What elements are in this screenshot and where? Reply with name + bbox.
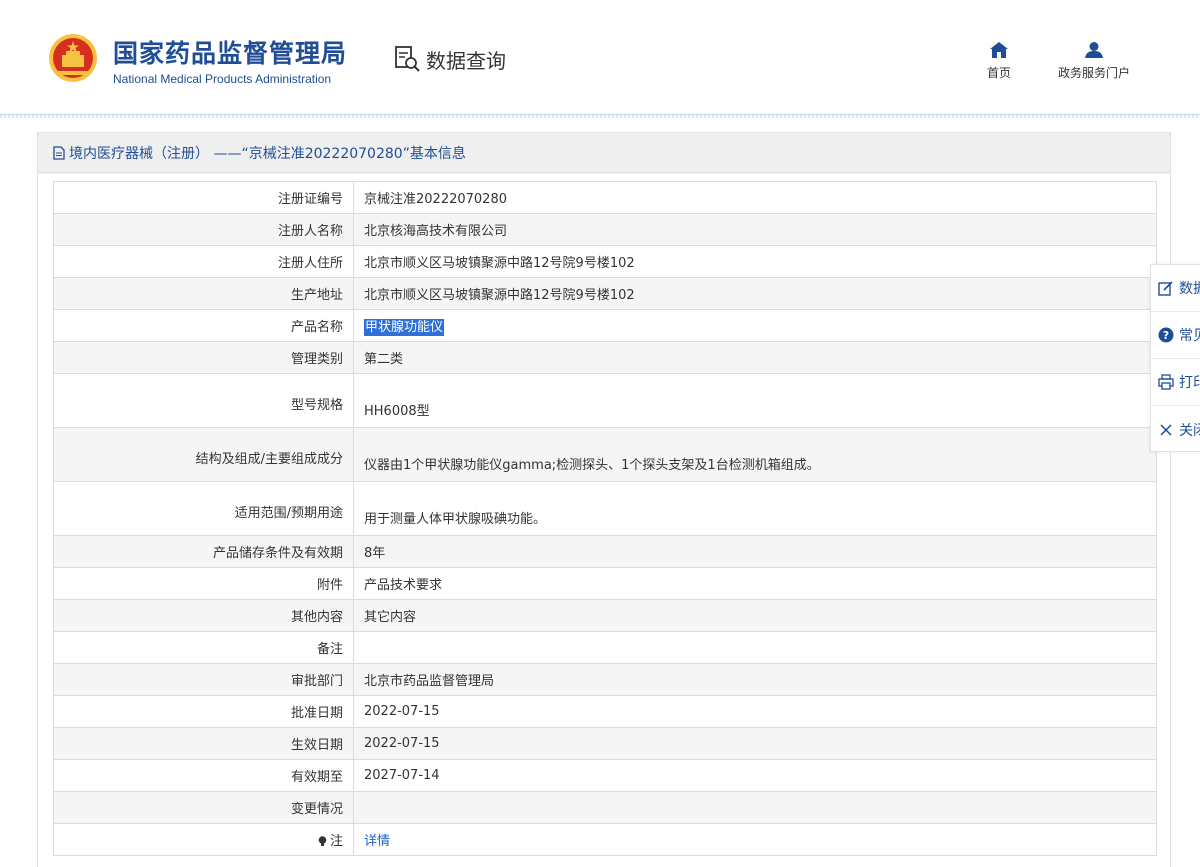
row-value: 详情 [353, 823, 1157, 856]
device-info-table: 注册证编号 京械注准20222070280 注册人名称 北京核海高技术有限公司 … [53, 181, 1157, 856]
row-value: 8年 [353, 535, 1157, 568]
row-value: 用于测量人体甲状腺吸碘功能。 [353, 481, 1157, 536]
table-row: 注册证编号 京械注准20222070280 [53, 181, 1157, 214]
row-label: 变更情况 [53, 791, 354, 824]
org-name-en: National Medical Products Administration [113, 72, 332, 86]
row-label: 适用范围/预期用途 [53, 481, 354, 536]
print-icon [1158, 374, 1174, 390]
row-label: 结构及组成/主要组成成分 [53, 427, 354, 482]
float-item-help[interactable]: ? 常见 [1151, 312, 1200, 359]
nav-home[interactable]: 首页 [981, 42, 1017, 81]
nav-portal-label: 政务服务门户 [1057, 66, 1130, 80]
table-row: 批准日期 2022-07-15 [53, 695, 1157, 728]
row-value: 第二类 [353, 341, 1157, 374]
row-value [353, 791, 1157, 824]
edit-icon [1158, 281, 1173, 296]
detail-panel: 境内医疗器械（注册） ——“京械注准20222070280”基本信息 注册证编号… [37, 132, 1171, 867]
row-label: 其他内容 [53, 599, 354, 632]
product-name-selected[interactable]: 甲状腺功能仪 [364, 319, 445, 336]
table-row: 审批部门 北京市药品监督管理局 [53, 663, 1157, 696]
table-row: 注册人名称 北京核海高技术有限公司 [53, 213, 1157, 246]
panel-body: 注册证编号 京械注准20222070280 注册人名称 北京核海高技术有限公司 … [38, 174, 1170, 867]
data-query-label: 数据查询 [426, 48, 506, 73]
row-value: 2027-07-14 [353, 759, 1157, 792]
panel-title: 境内医疗器械（注册） ——“京械注准20222070280”基本信息 [38, 133, 1170, 173]
row-label: 有效期至 [53, 759, 354, 792]
row-label: 附件 [53, 567, 354, 600]
table-row: 有效期至 2027-07-14 [53, 759, 1157, 792]
row-label: 审批部门 [53, 663, 354, 696]
row-label: 产品名称 [53, 309, 354, 342]
float-item-print[interactable]: 打印 [1151, 359, 1200, 406]
table-row: 管理类别 第二类 [53, 341, 1157, 374]
table-row: 产品储存条件及有效期 8年 [53, 535, 1157, 568]
table-row: 型号规格 HH6008型 [53, 373, 1157, 428]
row-value: 仪器由1个甲状腺功能仪gamma;检测探头、1个探头支架及1台检测机箱组成。 [353, 427, 1157, 482]
row-label: 备注 [53, 631, 354, 664]
row-value: 北京市顺义区马坡镇聚源中路12号院9号楼102 [353, 245, 1157, 278]
document-search-icon [395, 46, 420, 72]
row-value: 北京市顺义区马坡镇聚源中路12号院9号楼102 [353, 277, 1157, 310]
table-row: 结构及组成/主要组成成分 仪器由1个甲状腺功能仪gamma;检测探头、1个探头支… [53, 427, 1157, 482]
org-name-cn: 国家药品监督管理局 [113, 39, 348, 68]
table-row: 变更情况 [53, 791, 1157, 824]
nav-home-label: 首页 [986, 66, 1011, 80]
row-label: 批准日期 [53, 695, 354, 728]
nav-service-portal[interactable]: 政务服务门户 [1049, 42, 1139, 81]
table-row: 适用范围/预期用途 用于测量人体甲状腺吸碘功能。 [53, 481, 1157, 536]
site-header: 国家药品监督管理局 National Medical Products Admi… [0, 0, 1200, 115]
row-label: 生效日期 [53, 727, 354, 760]
note-label: 注 [329, 834, 343, 849]
table-row: 生效日期 2022-07-15 [53, 727, 1157, 760]
table-row: 注 详情 [53, 823, 1157, 856]
float-item-label: 打印 [1179, 375, 1200, 391]
national-emblem-icon [49, 34, 97, 82]
row-value: 2022-07-15 [353, 727, 1157, 760]
float-item-label: 常见 [1179, 328, 1200, 344]
row-label: 注册证编号 [53, 181, 354, 214]
table-row: 产品名称 甲状腺功能仪 [53, 309, 1157, 342]
row-value: 2022-07-15 [353, 695, 1157, 728]
row-label: 注册人住所 [53, 245, 354, 278]
row-label: 注册人名称 [53, 213, 354, 246]
user-icon [1085, 42, 1103, 58]
row-value: 其它内容 [353, 599, 1157, 632]
home-icon [990, 42, 1008, 58]
row-label: 生产地址 [53, 277, 354, 310]
row-value: 北京市药品监督管理局 [353, 663, 1157, 696]
float-item-label: 关闭 [1179, 422, 1200, 439]
table-row: 注册人住所 北京市顺义区马坡镇聚源中路12号院9号楼102 [53, 245, 1157, 278]
document-icon [53, 145, 65, 160]
row-value: HH6008型 [353, 373, 1157, 428]
data-query-section[interactable]: 数据查询 [394, 44, 506, 74]
floating-toolbar: 数据 ? 常见 打印 关闭 [1150, 264, 1200, 452]
row-value: 产品技术要求 [353, 567, 1157, 600]
table-row: 其他内容 其它内容 [53, 599, 1157, 632]
close-icon [1160, 423, 1172, 436]
row-value [353, 631, 1157, 664]
help-icon: ? [1158, 327, 1174, 343]
row-label: 管理类别 [53, 341, 354, 374]
panel-title-text: 境内医疗器械（注册） ——“京械注准20222070280”基本信息 [69, 145, 466, 162]
svg-text:?: ? [1163, 329, 1169, 342]
table-row: 生产地址 北京市顺义区马坡镇聚源中路12号院9号楼102 [53, 277, 1157, 310]
details-link[interactable]: 详情 [364, 834, 390, 849]
row-value: 京械注准20222070280 [353, 181, 1157, 214]
float-item-label: 数据 [1179, 281, 1200, 297]
float-item-close[interactable]: 关闭 [1151, 406, 1200, 453]
row-label: 产品储存条件及有效期 [53, 535, 354, 568]
row-value: 北京核海高技术有限公司 [353, 213, 1157, 246]
float-item-data[interactable]: 数据 [1151, 265, 1200, 312]
row-value: 甲状腺功能仪 [353, 309, 1157, 342]
table-row: 备注 [53, 631, 1157, 664]
row-label: 型号规格 [53, 373, 354, 428]
table-row: 附件 产品技术要求 [53, 567, 1157, 600]
row-label: 注 [53, 823, 354, 856]
lightbulb-icon [318, 836, 327, 846]
